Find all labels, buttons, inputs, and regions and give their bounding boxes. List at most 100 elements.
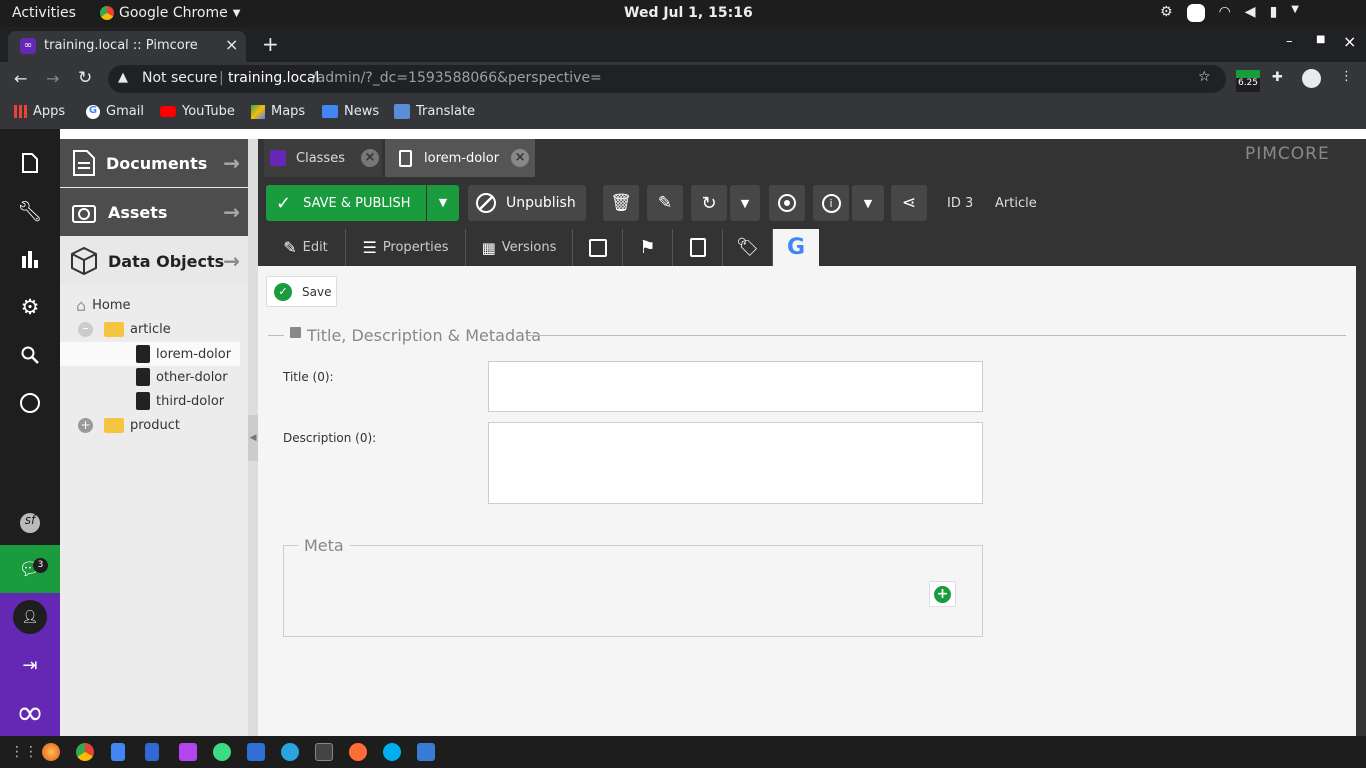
expand-icon[interactable]: +	[78, 417, 93, 433]
title-input[interactable]	[488, 361, 983, 412]
text-editor-icon[interactable]	[145, 743, 159, 761]
clock[interactable]: Wed Jul 1, 15:16	[624, 5, 753, 21]
info-menu-button[interactable]: ▼	[852, 185, 884, 221]
bookmark-youtube[interactable]: YouTube	[160, 104, 235, 119]
nav-search[interactable]	[0, 331, 60, 379]
apps-grid-icon	[14, 105, 27, 118]
extension-badge[interactable]: 6.25	[1236, 70, 1260, 92]
app-menu[interactable]: Google Chrome ▼	[100, 5, 240, 21]
bookmark-translate[interactable]: Translate	[394, 104, 475, 119]
bar-chart-icon	[22, 251, 38, 268]
panel-collapse-handle[interactable]: ◀	[248, 415, 258, 461]
new-tab-button[interactable]: +	[262, 32, 279, 56]
subtab-seo[interactable]: G	[773, 229, 819, 266]
save-publish-button[interactable]: ✓ SAVE & PUBLISH	[266, 185, 426, 221]
unpublish-button[interactable]: Unpublish	[468, 185, 586, 221]
nav-profile[interactable]: 👤︎	[0, 593, 60, 641]
reload-menu-button[interactable]: ▼	[730, 185, 760, 221]
bookmark-maps[interactable]: Maps	[251, 104, 305, 119]
extensions-icon[interactable]: ✚	[1272, 70, 1283, 85]
chrome-icon[interactable]	[76, 743, 94, 761]
accordion-documents[interactable]: Documents →	[60, 139, 248, 187]
description-input[interactable]	[488, 422, 983, 504]
nav-tools[interactable]: 🔧︎	[0, 187, 60, 235]
chrome-menu-icon[interactable]: ⋮	[1340, 69, 1353, 84]
postman-icon[interactable]	[349, 743, 367, 761]
maximize-icon[interactable]: ■	[1316, 34, 1325, 45]
close-tab-icon[interactable]: ×	[225, 35, 238, 54]
bookmark-news[interactable]: News	[322, 104, 379, 119]
collapse-section-icon[interactable]	[290, 327, 301, 338]
vpn-icon[interactable]	[247, 743, 265, 761]
close-window-icon[interactable]: ×	[1343, 32, 1356, 51]
info-icon: i	[821, 193, 841, 213]
screenshot-icon[interactable]	[417, 743, 435, 761]
info-button[interactable]: i	[813, 185, 849, 221]
subtab-edit[interactable]: ✎ Edit	[266, 229, 346, 266]
nav-reports[interactable]	[0, 235, 60, 283]
firefox-icon[interactable]	[42, 743, 60, 761]
subtab-properties[interactable]: ☰ Properties	[346, 229, 466, 266]
tree-node-lorem-dolor[interactable]: lorem-dolor	[60, 342, 240, 366]
add-meta-button[interactable]: +	[929, 581, 956, 607]
nav-notifications[interactable]: 💬︎ 3	[0, 545, 60, 593]
accessibility-icon: ⚙	[1160, 4, 1173, 20]
skype-icon[interactable]	[383, 743, 401, 761]
save-button[interactable]: ✓ Save	[266, 276, 337, 307]
locate-button[interactable]	[769, 185, 805, 221]
activities-button[interactable]: Activities	[12, 5, 76, 21]
telegram-icon[interactable]	[281, 743, 299, 761]
back-icon[interactable]: ←	[14, 69, 27, 88]
subtab-versions[interactable]: ▦ Versions	[466, 229, 573, 266]
collapse-icon[interactable]: –	[78, 321, 93, 337]
tab-classes[interactable]: Classes ×	[264, 139, 382, 177]
subtab-notes[interactable]	[673, 229, 723, 266]
close-tab-icon[interactable]: ×	[511, 149, 530, 167]
system-tray[interactable]: ⚙ ◠ ◀ ▮ ▼	[1160, 4, 1299, 22]
share-button[interactable]: ⋖	[891, 185, 927, 221]
docs-icon[interactable]	[111, 743, 125, 761]
arrow-right-icon[interactable]: →	[223, 200, 240, 224]
nav-symfony[interactable]: sf	[0, 499, 60, 547]
minimize-icon[interactable]: –	[1286, 34, 1293, 49]
arrow-right-icon[interactable]: →	[223, 151, 240, 175]
subtab-dependencies[interactable]: ⚑	[623, 229, 673, 266]
forward-icon[interactable]: →	[46, 69, 59, 88]
bookmark-label: News	[344, 104, 380, 119]
bookmark-apps[interactable]: Apps	[14, 104, 65, 119]
right-edge	[1356, 266, 1366, 736]
android-studio-icon[interactable]	[213, 743, 231, 761]
battery-icon: ▮	[1269, 4, 1278, 20]
delete-button[interactable]: 🗑︎	[603, 185, 639, 221]
nav-logout[interactable]: ⇥	[0, 641, 60, 689]
terminal-icon[interactable]	[315, 743, 333, 761]
tab-lorem-dolor[interactable]: lorem-dolor ×	[385, 139, 535, 177]
arrow-right-icon[interactable]: →	[223, 249, 240, 273]
tree-node-home[interactable]: ⌂ Home	[76, 294, 131, 316]
show-apps-icon[interactable]: ⋮⋮	[10, 744, 38, 760]
address-bar[interactable]: ▲ Not secure | training.local /admin/?_d…	[108, 65, 1226, 93]
url-divider: |	[219, 70, 224, 86]
accordion-assets[interactable]: Assets →	[60, 188, 248, 236]
star-icon[interactable]: ☆	[1198, 69, 1211, 85]
save-menu-button[interactable]: ▼	[427, 185, 459, 221]
subtab-tags[interactable]: 🏷︎	[723, 229, 773, 266]
accordion-data-objects[interactable]: Data Objects →	[60, 237, 248, 285]
tree-node-product[interactable]: + product	[78, 414, 180, 436]
nav-github[interactable]	[0, 379, 60, 427]
tree-node-other-dolor[interactable]: other-dolor	[136, 366, 228, 388]
subtab-schedule[interactable]	[573, 229, 623, 266]
nav-settings[interactable]: ⚙	[0, 283, 60, 331]
rename-button[interactable]: ✎	[647, 185, 683, 221]
tree-node-article[interactable]: – article	[78, 318, 171, 340]
profile-icon[interactable]	[1302, 69, 1321, 88]
nav-documents[interactable]	[0, 139, 60, 187]
close-tab-icon[interactable]: ×	[360, 149, 379, 167]
phpstorm-icon[interactable]	[179, 743, 197, 761]
browser-tab[interactable]: ∞ training.local :: Pimcore ×	[8, 31, 246, 62]
bookmark-gmail[interactable]: G Gmail	[86, 104, 144, 119]
reload-icon[interactable]: ↻	[78, 68, 92, 88]
reload-button[interactable]: ↻	[691, 185, 727, 221]
tree-node-third-dolor[interactable]: third-dolor	[136, 390, 224, 412]
chevron-down-icon: ▼	[740, 196, 750, 210]
